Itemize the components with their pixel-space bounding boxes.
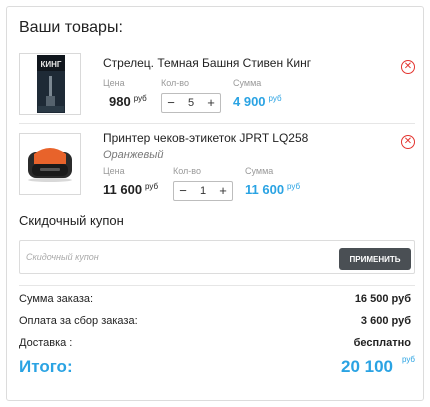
summary-value: 16 500 руб	[354, 293, 411, 305]
summary-label: Доставка :	[19, 337, 73, 349]
decrement-button[interactable]: −	[164, 94, 178, 112]
coupon-input[interactable]	[26, 247, 336, 267]
increment-button[interactable]: +	[204, 94, 218, 112]
item-price-currency: руб	[133, 94, 147, 103]
item-sum: 11 600 руб	[245, 182, 300, 197]
cart-item-book: КИНГ Стрелец. Темная Башня Стивен Кинг Ц…	[19, 53, 415, 121]
price-label: Цена	[103, 166, 125, 176]
summary-divider	[19, 285, 415, 286]
quantity-value[interactable]: 5	[180, 94, 202, 112]
increment-button[interactable]: +	[216, 182, 230, 200]
cart-title: Ваши товары:	[19, 19, 123, 36]
summary-value: бесплатно	[353, 337, 411, 349]
item-sum-value: 4 900	[233, 94, 266, 109]
item-variant: Оранжевый	[103, 149, 164, 161]
sum-label: Сумма	[245, 166, 274, 176]
item-price: 11 600 руб	[103, 182, 158, 197]
total-value: 20 100	[341, 357, 393, 376]
summary-row-delivery: Доставка : бесплатно	[19, 337, 411, 353]
summary-value: 3 600 руб	[360, 315, 411, 327]
summary-label: Сумма заказа:	[19, 293, 94, 305]
item-name[interactable]: Принтер чеков-этикеток JPRT LQ258	[103, 131, 308, 145]
item-sum-currency: руб	[268, 94, 282, 103]
qty-label: Кол-во	[161, 78, 189, 88]
sum-label: Сумма	[233, 78, 262, 88]
total-label: Итого:	[19, 357, 73, 376]
apply-coupon-button[interactable]: ПРИМЕНИТЬ	[339, 248, 411, 270]
summary-label: Оплата за сбор заказа:	[19, 315, 138, 327]
coupon-title: Скидочный купон	[19, 213, 124, 228]
cart-item-printer: Принтер чеков-этикеток JPRT LQ258 Оранже…	[19, 128, 415, 202]
item-price-currency: руб	[145, 182, 159, 191]
book-cover-image: КИНГ	[37, 55, 65, 113]
decrement-button[interactable]: −	[176, 182, 190, 200]
item-price: 980 руб	[109, 94, 147, 109]
quantity-value[interactable]: 1	[192, 182, 214, 200]
item-price-value: 11 600	[103, 182, 143, 197]
item-sum: 4 900 руб	[233, 94, 282, 109]
product-image-printer[interactable]	[19, 133, 81, 195]
printer-image	[28, 148, 72, 182]
item-sum-value: 11 600	[245, 182, 285, 197]
qty-label: Кол-во	[173, 166, 201, 176]
quantity-stepper: − 1 +	[173, 181, 233, 201]
cart-panel: Ваши товары: КИНГ Стрелец. Темная Башня …	[6, 6, 424, 401]
quantity-stepper: − 5 +	[161, 93, 221, 113]
remove-item-icon[interactable]: ✕	[401, 135, 415, 149]
coupon-box: ПРИМЕНИТЬ	[19, 240, 415, 274]
total-row: Итого: 20 100 руб	[19, 355, 415, 381]
item-sum-currency: руб	[287, 182, 301, 191]
item-divider	[19, 123, 415, 124]
product-image-book[interactable]: КИНГ	[19, 53, 81, 115]
price-label: Цена	[103, 78, 125, 88]
item-price-value: 980	[109, 94, 131, 109]
summary-row-assembly-fee: Оплата за сбор заказа: 3 600 руб	[19, 315, 411, 331]
book-cover-title: КИНГ	[41, 60, 62, 69]
total-currency: руб	[401, 355, 415, 364]
item-name[interactable]: Стрелец. Темная Башня Стивен Кинг	[103, 56, 311, 70]
summary-row-order-sum: Сумма заказа: 16 500 руб	[19, 293, 411, 309]
remove-item-icon[interactable]: ✕	[401, 60, 415, 74]
